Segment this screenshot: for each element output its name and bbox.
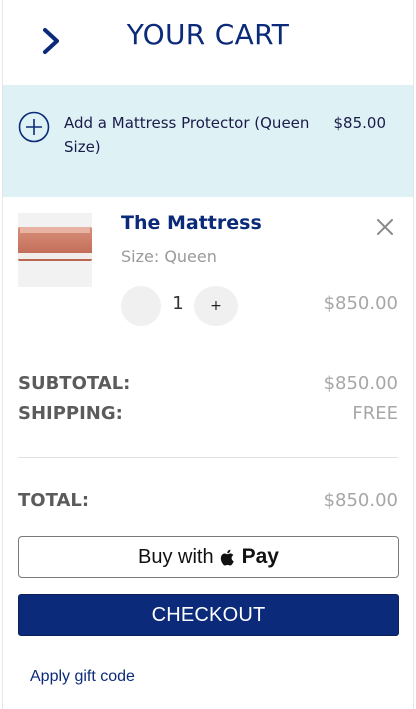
cart-item: The Mattress Size: Queen 1 + $850.00 bbox=[3, 197, 413, 347]
apple-logo-icon bbox=[220, 549, 234, 565]
close-icon bbox=[377, 219, 393, 235]
remove-item-button[interactable] bbox=[375, 217, 395, 237]
product-size: Size: Queen bbox=[121, 247, 217, 266]
mattress-side bbox=[18, 253, 92, 259]
page-title: YOUR CART bbox=[126, 18, 290, 51]
product-price: $850.00 bbox=[323, 293, 398, 314]
quantity-increase-button[interactable]: + bbox=[194, 286, 238, 326]
subtotal-label: SUBTOTAL: bbox=[18, 373, 131, 394]
upsell-price: $85.00 bbox=[333, 114, 387, 132]
total-label: TOTAL: bbox=[18, 490, 90, 511]
mattress-top bbox=[20, 227, 90, 233]
apple-pay-button[interactable]: Buy with Pay bbox=[18, 536, 399, 578]
shipping-value: FREE bbox=[352, 403, 398, 424]
upsell-label: Add a Mattress Protector (Queen Size) bbox=[64, 114, 310, 156]
summary-divider bbox=[18, 457, 398, 458]
shipping-label: SHIPPING: bbox=[18, 403, 123, 424]
total-value: $850.00 bbox=[323, 490, 398, 511]
product-name[interactable]: The Mattress bbox=[121, 212, 262, 234]
cart-panel: YOUR CART Add a Mattress Protector (Quee… bbox=[2, 0, 414, 709]
apple-pay-word: Pay bbox=[241, 545, 279, 568]
checkout-button[interactable]: CHECKOUT bbox=[18, 594, 399, 636]
plus-circle-icon bbox=[18, 111, 50, 143]
subtotal-value: $850.00 bbox=[323, 373, 398, 394]
apply-gift-code-link[interactable]: Apply gift code bbox=[30, 668, 135, 686]
product-image bbox=[18, 213, 92, 287]
apple-pay-prefix: Buy with bbox=[138, 545, 214, 568]
upsell-add-protector[interactable]: Add a Mattress Protector (Queen Size) $8… bbox=[3, 85, 413, 197]
quantity-decrease-button[interactable] bbox=[121, 286, 161, 326]
quantity-value: 1 bbox=[172, 293, 184, 314]
cart-header: YOUR CART bbox=[3, 0, 413, 84]
